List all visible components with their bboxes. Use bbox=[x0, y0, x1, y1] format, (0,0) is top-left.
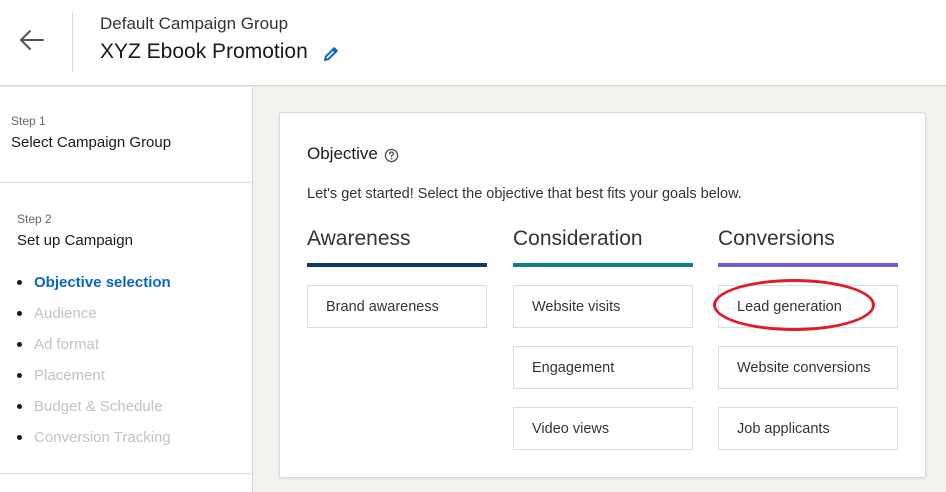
column-heading: Awareness bbox=[307, 227, 411, 250]
question-circle-icon bbox=[384, 148, 399, 162]
option-list: Website visits Engagement Video views bbox=[513, 285, 693, 450]
step-2: Step 2 Set up Campaign bbox=[17, 212, 133, 249]
step-2-label: Step 2 bbox=[17, 212, 52, 226]
option-list: Lead generation Website conversions Job … bbox=[718, 285, 898, 450]
option-list: Brand awareness bbox=[307, 285, 487, 328]
pencil-icon bbox=[323, 47, 338, 61]
step-1[interactable]: Step 1 Select Campaign Group bbox=[11, 114, 171, 151]
sidebar-divider bbox=[0, 182, 252, 183]
option-lead-generation[interactable]: Lead generation bbox=[718, 285, 898, 328]
substep-budget-schedule[interactable]: Budget & Schedule bbox=[17, 391, 171, 422]
back-button[interactable] bbox=[14, 22, 50, 58]
column-color-bar bbox=[307, 263, 487, 267]
column-color-bar bbox=[718, 263, 898, 267]
substep-ad-format[interactable]: Ad format bbox=[17, 329, 171, 360]
objective-subtitle: Let's get started! Select the objective … bbox=[307, 186, 742, 202]
objective-title: Objective bbox=[307, 144, 378, 163]
substep-objective-selection[interactable]: Objective selection bbox=[17, 267, 171, 298]
column-heading: Consideration bbox=[513, 227, 643, 250]
substep-label: Ad format bbox=[34, 336, 100, 353]
steps-sidebar: Step 1 Select Campaign Group Step 2 Set … bbox=[0, 87, 253, 492]
column-awareness: Awareness Brand awareness bbox=[307, 227, 487, 346]
substep-label: Objective selection bbox=[34, 274, 171, 291]
campaign-title-row: XYZ Ebook Promotion bbox=[100, 40, 340, 64]
step-1-title: Select Campaign Group bbox=[11, 134, 172, 151]
objective-heading: Objective bbox=[307, 144, 399, 164]
substep-conversion-tracking[interactable]: Conversion Tracking bbox=[17, 422, 171, 453]
step-1-label: Step 1 bbox=[11, 114, 46, 128]
substep-label: Budget & Schedule bbox=[34, 398, 163, 415]
option-engagement[interactable]: Engagement bbox=[513, 346, 693, 389]
bullet-dot bbox=[17, 404, 22, 409]
substep-label: Placement bbox=[34, 367, 105, 384]
objective-card: Objective Let's get started! Select the … bbox=[279, 112, 926, 478]
sidebar-bottom-divider bbox=[0, 473, 252, 474]
substep-label: Conversion Tracking bbox=[34, 429, 171, 446]
column-consideration: Consideration Website visits Engagement … bbox=[513, 227, 693, 468]
option-website-conversions[interactable]: Website conversions bbox=[718, 346, 898, 389]
option-video-views[interactable]: Video views bbox=[513, 407, 693, 450]
option-website-visits[interactable]: Website visits bbox=[513, 285, 693, 328]
substep-list: Objective selection Audience Ad format P… bbox=[17, 267, 171, 453]
step-2-title: Set up Campaign bbox=[17, 232, 133, 249]
arrow-left-icon bbox=[20, 30, 44, 50]
top-bar: Default Campaign Group XYZ Ebook Promoti… bbox=[0, 0, 946, 86]
option-job-applicants[interactable]: Job applicants bbox=[718, 407, 898, 450]
bullet-dot bbox=[17, 342, 22, 347]
column-color-bar bbox=[513, 263, 693, 267]
column-heading: Conversions bbox=[718, 227, 835, 250]
bullet-dot bbox=[17, 373, 22, 378]
bullet-dot bbox=[17, 280, 22, 285]
substep-label: Audience bbox=[34, 305, 97, 322]
edit-name-button[interactable] bbox=[322, 45, 340, 63]
header-divider bbox=[72, 12, 73, 72]
campaign-name: XYZ Ebook Promotion bbox=[100, 40, 308, 63]
bullet-dot bbox=[17, 311, 22, 316]
option-brand-awareness[interactable]: Brand awareness bbox=[307, 285, 487, 328]
substep-placement[interactable]: Placement bbox=[17, 360, 171, 391]
campaign-group-name: Default Campaign Group bbox=[100, 14, 289, 33]
bullet-dot bbox=[17, 435, 22, 440]
column-conversions: Conversions Lead generation Website conv… bbox=[718, 227, 898, 468]
help-button[interactable] bbox=[384, 148, 399, 163]
substep-audience[interactable]: Audience bbox=[17, 298, 171, 329]
